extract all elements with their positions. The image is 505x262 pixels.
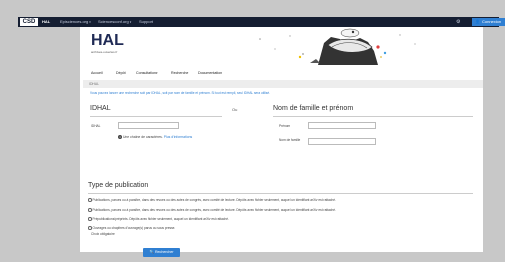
- hal-tag[interactable]: HAL: [42, 17, 50, 27]
- chevron-down-icon: ▾: [89, 20, 91, 24]
- chevron-down-icon: ▾: [129, 20, 132, 24]
- settings-icon[interactable]: ⚙: [456, 17, 460, 27]
- idhal-label: IDHAL: [91, 124, 101, 128]
- radio-button[interactable]: [88, 198, 92, 202]
- divider: [90, 116, 222, 117]
- last-name-input[interactable]: [308, 138, 376, 145]
- nav-consultation[interactable]: Consultation▾: [136, 69, 158, 78]
- first-name-input[interactable]: [308, 122, 376, 129]
- csd-logo[interactable]: CSD: [20, 18, 38, 26]
- hal-logo[interactable]: HAL: [91, 32, 124, 50]
- banner-illustration: [259, 28, 416, 65]
- pubtype-option[interactable]: Prépublications/préprints. Dépôts avec f…: [88, 217, 468, 222]
- breadcrumb: IDHAL: [83, 80, 483, 88]
- radio-button[interactable]: [88, 226, 92, 230]
- search-hint: Vous pouvez lancer une recherche soit pa…: [90, 91, 271, 95]
- pubtype-option[interactable]: Publications, parues ou à paraître, dans…: [88, 198, 468, 203]
- more-info-link[interactable]: Plus d'informations: [164, 135, 193, 139]
- divider: [273, 116, 473, 117]
- topbar-link-episciences[interactable]: Episciences.org▾: [60, 17, 91, 27]
- pubtype-required-note: Choix obligatoire: [91, 232, 115, 236]
- pubtype-title: Type de publication: [88, 182, 149, 189]
- search-icon: 🔍: [149, 250, 154, 254]
- topbar-link-support[interactable]: Support: [139, 17, 153, 27]
- logo-subtitle: archives-ouvertes.fr: [91, 50, 118, 54]
- idhal-section-title: IDHAL: [90, 105, 111, 112]
- name-section-title: Nom de famille et prénom: [273, 105, 354, 112]
- pubtype-option[interactable]: Publications, parues ou à paraître, dans…: [88, 208, 468, 213]
- nav-accueil[interactable]: Accueil: [91, 69, 103, 78]
- page-content: HAL archives-ouvertes.fr Accueil Dépôt C…: [80, 27, 483, 257]
- nav-documentation[interactable]: Documentation: [198, 69, 222, 78]
- user-icon: 👤: [475, 19, 480, 24]
- radio-button[interactable]: [88, 208, 92, 212]
- chevron-down-icon: ▾: [155, 71, 158, 75]
- divider: [88, 193, 473, 194]
- first-name-label: Prénom: [279, 124, 291, 128]
- or-separator: Ou: [232, 107, 238, 112]
- nav-recherche[interactable]: Recherche: [171, 69, 188, 78]
- idhal-input[interactable]: [118, 122, 179, 129]
- idhal-help: i Une chaîne de caractères. Plus d'infor…: [118, 135, 193, 140]
- pubtype-option[interactable]: Ouvrages ou chapitres d'ouvrage(s) parus…: [88, 226, 468, 231]
- topbar-link-sciencesconf[interactable]: Sciencesconf.org▾: [98, 17, 131, 27]
- search-button[interactable]: 🔍Rechercher: [143, 248, 180, 257]
- login-button[interactable]: 👤 Connexion: [472, 18, 505, 26]
- top-bar: CSD HAL Episciences.org▾ Sciencesconf.or…: [18, 17, 505, 27]
- radio-button[interactable]: [88, 217, 92, 221]
- banner: HAL archives-ouvertes.fr: [80, 27, 483, 65]
- nav-depot[interactable]: Dépôt: [116, 69, 126, 78]
- info-icon: i: [118, 135, 122, 140]
- last-name-label: Nom de famille: [279, 138, 301, 142]
- main-nav: Accueil Dépôt Consultation▾ Recherche Do…: [80, 69, 483, 78]
